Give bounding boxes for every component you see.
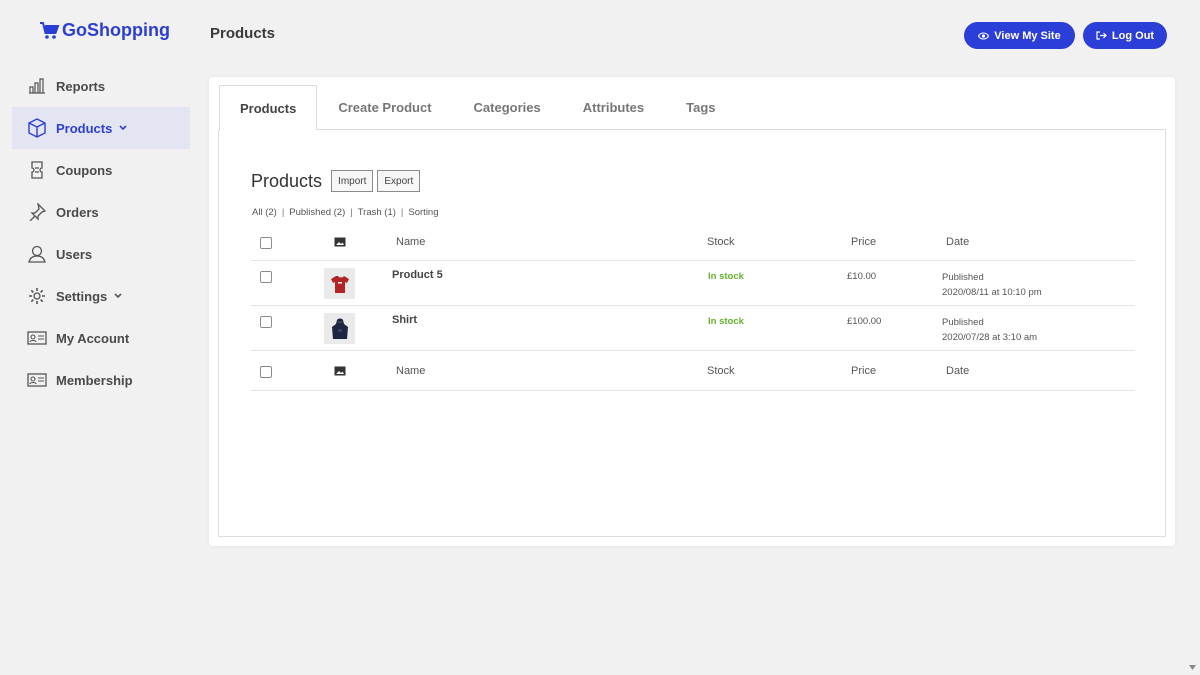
sidebar-item-settings[interactable]: Settings: [12, 275, 190, 317]
products-card: Products Create Product Categories Attri…: [209, 77, 1175, 546]
sidebar-item-coupons[interactable]: Coupons: [12, 149, 190, 191]
column-footer-name[interactable]: Name: [396, 365, 425, 377]
sidebar-item-users[interactable]: Users: [12, 233, 190, 275]
products-heading-row: Products Import Export: [251, 170, 424, 192]
stock-status: In stock: [708, 271, 744, 282]
log-out-label: Log Out: [1111, 29, 1155, 42]
select-all-checkbox[interactable]: [260, 237, 272, 249]
bar-chart-icon: [26, 75, 48, 97]
sidebar-item-reports[interactable]: Reports: [12, 65, 190, 107]
logout-icon: [1096, 31, 1107, 40]
stock-status: In stock: [708, 316, 744, 327]
tab-categories[interactable]: Categories: [453, 85, 562, 130]
product-price: £100.00: [847, 316, 882, 327]
row-checkbox[interactable]: [260, 271, 272, 283]
column-header-stock: Stock: [707, 236, 735, 248]
box-icon: [26, 117, 48, 139]
product-name-link[interactable]: Shirt: [392, 314, 417, 326]
sidebar-item-orders[interactable]: Orders: [12, 191, 190, 233]
products-heading: Products: [251, 170, 323, 191]
sidebar-item-label: Products: [56, 120, 113, 136]
image-column-icon: [334, 237, 346, 247]
user-icon: [26, 243, 48, 265]
row-checkbox[interactable]: [260, 316, 272, 328]
export-button[interactable]: Export: [377, 170, 421, 192]
sidebar-item-label: Coupons: [56, 162, 113, 178]
column-header-date[interactable]: Date: [946, 236, 969, 248]
hoodie-icon[interactable]: [324, 313, 355, 344]
filter-separator: |: [400, 207, 404, 218]
select-all-checkbox[interactable]: [260, 366, 272, 378]
publish-status: Published: [942, 272, 984, 283]
table-header-row: Name Stock Price Date: [251, 225, 1135, 261]
pin-icon: [26, 201, 48, 223]
publish-date: 2020/07/28 at 3:10 am: [942, 332, 1038, 343]
filter-separator: |: [281, 207, 285, 218]
tab-products[interactable]: Products: [219, 85, 318, 131]
tab-attributes[interactable]: Attributes: [562, 85, 665, 130]
table-footer-row: Name Stock Price Date: [251, 351, 1135, 391]
import-button[interactable]: Import: [331, 170, 374, 192]
gear-icon: [26, 285, 48, 307]
sidebar-item-my-account[interactable]: My Account: [12, 317, 190, 359]
products-table: Name Stock Price Date Product 5 In stock…: [251, 225, 1135, 391]
log-out-button[interactable]: Log Out: [1083, 22, 1167, 49]
tshirt-icon[interactable]: [324, 268, 355, 299]
page-title: Products: [210, 25, 276, 42]
view-my-site-button[interactable]: View My Site: [964, 22, 1075, 49]
sidebar-item-products[interactable]: Products: [12, 107, 190, 149]
sidebar: Reports Products Coupons Orders Users Se…: [12, 65, 190, 401]
column-header-name[interactable]: Name: [396, 236, 425, 248]
filter-trash[interactable]: Trash (1): [358, 207, 396, 218]
filter-all[interactable]: All (2): [252, 207, 277, 218]
brand-name: GoShopping: [62, 20, 170, 40]
cart-icon: [40, 21, 60, 39]
tab-create-product[interactable]: Create Product: [317, 85, 452, 130]
sidebar-item-label: Users: [56, 246, 93, 262]
product-date: Published 2020/08/11 at 10:10 pm: [942, 270, 1042, 300]
tab-bar: Products Create Product Categories Attri…: [219, 85, 1166, 131]
scroll-down-arrow-icon[interactable]: [1189, 663, 1196, 672]
image-column-icon: [334, 366, 346, 376]
column-footer-stock: Stock: [707, 365, 735, 377]
sidebar-item-label: Reports: [56, 78, 106, 94]
product-date: Published 2020/07/28 at 3:10 am: [942, 315, 1037, 345]
coupon-icon: [26, 159, 48, 181]
brand-logo[interactable]: GoShopping: [40, 20, 170, 41]
column-footer-price[interactable]: Price: [851, 365, 876, 377]
filter-separator: |: [350, 207, 353, 218]
publish-status: Published: [942, 317, 984, 328]
tab-tags[interactable]: Tags: [665, 85, 736, 130]
product-name-link[interactable]: Product 5: [392, 269, 443, 281]
status-filters: All (2) | Published (2) | Trash (1) | So…: [252, 207, 439, 218]
publish-date: 2020/08/11 at 10:10 pm: [942, 287, 1042, 298]
table-row: Product 5 In stock £10.00 Published 2020…: [251, 261, 1135, 306]
chevron-down-icon: [119, 123, 127, 134]
column-header-price[interactable]: Price: [851, 236, 876, 248]
column-footer-date[interactable]: Date: [946, 365, 969, 377]
eye-icon: [978, 31, 990, 40]
chevron-down-icon: [114, 291, 122, 302]
filter-published[interactable]: Published (2): [289, 207, 345, 218]
view-my-site-label: View My Site: [994, 29, 1061, 42]
id-card-icon: [26, 327, 48, 349]
id-card-icon: [26, 369, 48, 391]
sidebar-item-membership[interactable]: Membership: [12, 359, 190, 401]
sidebar-item-label: Settings: [56, 288, 108, 304]
sidebar-item-label: Membership: [56, 372, 133, 388]
table-row: Shirt In stock £100.00 Published 2020/07…: [251, 306, 1135, 351]
filter-sorting[interactable]: Sorting: [408, 207, 438, 218]
sidebar-item-label: My Account: [56, 330, 130, 346]
product-price: £10.00: [847, 271, 877, 282]
sidebar-item-label: Orders: [56, 204, 99, 220]
tab-panel: Products Import Export All (2) | Publish…: [218, 130, 1166, 537]
